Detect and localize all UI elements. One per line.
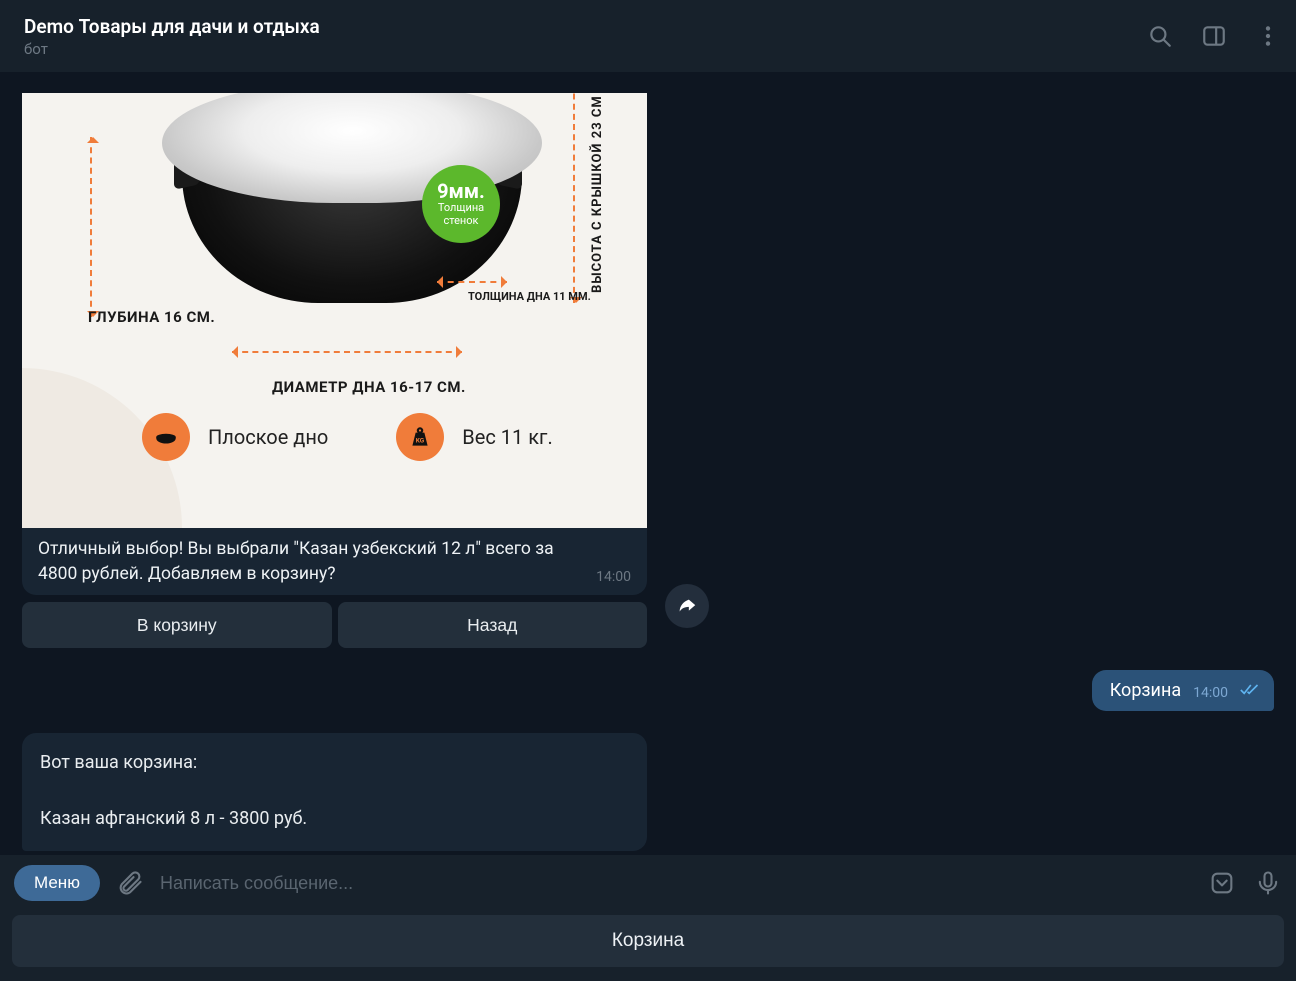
composer: Меню <box>0 855 1296 909</box>
reply-cart-button[interactable]: Корзина <box>12 915 1284 967</box>
chat-subtitle: бот <box>24 40 320 58</box>
user-message: Корзина 14:00 <box>1092 670 1274 711</box>
bot-menu-button[interactable]: Меню <box>14 865 100 901</box>
product-flat-bottom-label: Плоское дно <box>208 425 328 449</box>
attach-icon[interactable] <box>114 867 146 899</box>
chat-header: Demo Товары для дачи и отдыха бот <box>0 0 1296 72</box>
message-time: 14:00 <box>1193 685 1228 701</box>
read-checks-icon <box>1240 682 1260 701</box>
bot-message-caption: Отличный выбор! Вы выбрали "Казан узбекс… <box>38 537 582 588</box>
bot-commands-icon[interactable] <box>1206 867 1238 899</box>
bot-message-cart: Вот ваша корзина: Казан афганский 8 л - … <box>22 733 647 851</box>
weight-icon: KG <box>396 413 444 461</box>
chat-title: Demo Товары для дачи и отдыха <box>24 15 320 38</box>
message-time: 14:00 <box>596 569 631 587</box>
add-to-cart-button[interactable]: В корзину <box>22 602 332 648</box>
search-icon[interactable] <box>1146 22 1174 50</box>
sidebar-toggle-icon[interactable] <box>1200 22 1228 50</box>
message-input[interactable] <box>160 873 1192 894</box>
more-menu-icon[interactable] <box>1254 22 1282 50</box>
forward-button[interactable] <box>665 584 709 628</box>
reply-keyboard: Корзина <box>0 909 1296 981</box>
product-wall-thickness-label: ТОЛЩИНА ДНА 11 ММ. <box>468 291 591 303</box>
bot-message-product: ГЛУБИНА 16 СМ. 9мм. Толщина стенок <box>22 93 647 596</box>
svg-text:KG: KG <box>416 436 425 444</box>
product-height-label: ВЫСОТА С КРЫШКОЙ 23 СМ <box>590 93 605 293</box>
chat-area[interactable]: ГЛУБИНА 16 СМ. 9мм. Толщина стенок <box>0 72 1296 855</box>
flat-bottom-icon <box>142 413 190 461</box>
product-thickness-badge: 9мм. Толщина стенок <box>422 165 500 243</box>
header-actions <box>1146 22 1282 50</box>
chat-header-info[interactable]: Demo Товары для дачи и отдыха бот <box>24 15 320 58</box>
user-message-text: Корзина <box>1110 680 1181 701</box>
product-diameter-label: ДИАМЕТР ДНА 16-17 СМ. <box>272 378 466 396</box>
product-image[interactable]: ГЛУБИНА 16 СМ. 9мм. Толщина стенок <box>22 93 647 528</box>
product-weight-label: Вес 11 кг. <box>462 425 552 449</box>
voice-message-icon[interactable] <box>1252 867 1284 899</box>
back-button[interactable]: Назад <box>338 602 648 648</box>
inline-keyboard: В корзину Назад <box>22 602 647 648</box>
